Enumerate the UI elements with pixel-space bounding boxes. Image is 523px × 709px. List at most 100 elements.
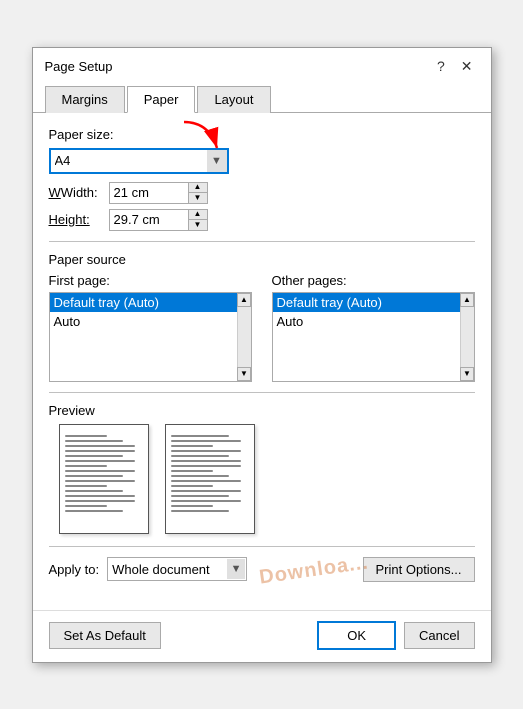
width-input[interactable] <box>109 182 189 204</box>
page-line <box>171 490 241 492</box>
page-line <box>171 495 230 497</box>
width-decrement-button[interactable]: ▼ <box>189 193 207 203</box>
first-page-col: First page: Default tray (Auto) Auto ▲ ▼ <box>49 273 252 382</box>
apply-to-row: Apply to: Whole document This section Th… <box>49 557 475 582</box>
preview-pages <box>49 424 475 534</box>
other-pages-label: Other pages: <box>272 273 475 288</box>
dialog-content: Paper size: A4 Letter <box>33 113 491 610</box>
page-line <box>65 480 135 482</box>
dialog-title: Page Setup <box>45 59 113 74</box>
height-spinner-buttons: ▲ ▼ <box>188 209 208 231</box>
page-line <box>171 435 230 437</box>
width-label: WWidth: <box>49 185 101 200</box>
title-bar: Page Setup ? ✕ <box>33 48 491 77</box>
scroll-track <box>461 307 474 367</box>
page-line <box>171 450 241 452</box>
first-page-scrollbar: ▲ ▼ <box>237 293 251 381</box>
apply-to-select[interactable]: Whole document This section This point f… <box>107 557 247 581</box>
page-line <box>65 500 135 502</box>
page-line <box>65 490 124 492</box>
ok-button[interactable]: OK <box>317 621 396 650</box>
scroll-up-button[interactable]: ▲ <box>460 293 474 307</box>
list-item[interactable]: Auto <box>50 312 251 331</box>
watermark: Downloa... <box>258 551 370 589</box>
apply-to-label: Apply to: <box>49 562 100 577</box>
height-decrement-button[interactable]: ▼ <box>189 220 207 230</box>
page-line <box>65 465 108 467</box>
page-line <box>65 495 135 497</box>
scroll-down-button[interactable]: ▼ <box>237 367 251 381</box>
page-line <box>65 440 124 442</box>
page-line <box>171 505 214 507</box>
page-line <box>65 510 124 512</box>
tab-margins[interactable]: Margins <box>45 86 125 113</box>
preview-page-1 <box>59 424 149 534</box>
width-spinner: ▲ ▼ <box>109 182 208 204</box>
page-line <box>65 455 124 457</box>
set-default-button[interactable]: Set As Default <box>49 622 161 649</box>
page-line <box>171 440 241 442</box>
paper-source-label: Paper source <box>49 252 475 267</box>
page-line <box>171 460 241 462</box>
first-page-label: First page: <box>49 273 252 288</box>
list-item[interactable]: Default tray (Auto) <box>50 293 251 312</box>
tab-paper[interactable]: Paper <box>127 86 196 113</box>
page-setup-dialog: Page Setup ? ✕ Margins Paper Layout Pape… <box>32 47 492 663</box>
list-item[interactable]: Default tray (Auto) <box>273 293 474 312</box>
page-line <box>65 460 135 462</box>
list-item[interactable]: Auto <box>273 312 474 331</box>
page-line <box>171 500 241 502</box>
width-row: WWidth: ▲ ▼ <box>49 182 475 204</box>
tab-bar: Margins Paper Layout <box>33 77 491 113</box>
scroll-up-button[interactable]: ▲ <box>237 293 251 307</box>
page-line <box>65 470 135 472</box>
page-line <box>171 480 241 482</box>
source-columns: First page: Default tray (Auto) Auto ▲ ▼… <box>49 273 475 382</box>
page-line <box>171 510 230 512</box>
height-spinner: ▲ ▼ <box>109 209 208 231</box>
print-options-button[interactable]: Print Options... <box>363 557 475 582</box>
height-input[interactable] <box>109 209 189 231</box>
other-pages-col: Other pages: Default tray (Auto) Auto ▲ … <box>272 273 475 382</box>
page-line <box>65 475 124 477</box>
first-page-listbox[interactable]: Default tray (Auto) Auto ▲ ▼ <box>49 292 252 382</box>
page-line <box>171 470 214 472</box>
divider-3 <box>49 546 475 547</box>
scroll-track <box>238 307 251 367</box>
paper-source-section: Paper source First page: Default tray (A… <box>49 252 475 382</box>
page-line <box>65 435 108 437</box>
divider-2 <box>49 392 475 393</box>
preview-section: Preview <box>49 403 475 534</box>
height-increment-button[interactable]: ▲ <box>189 210 207 220</box>
tab-layout[interactable]: Layout <box>197 86 270 113</box>
close-button[interactable]: ✕ <box>455 56 479 77</box>
page-2-lines <box>171 435 249 512</box>
page-line <box>171 475 230 477</box>
width-spinner-buttons: ▲ ▼ <box>188 182 208 204</box>
paper-size-select-wrapper: A4 Letter Legal A3 A5 ▼ <box>49 148 229 174</box>
page-1-lines <box>65 435 143 512</box>
page-line <box>171 465 241 467</box>
cancel-button[interactable]: Cancel <box>404 622 474 649</box>
paper-size-label: Paper size: <box>49 127 475 142</box>
apply-select-wrapper: Whole document This section This point f… <box>107 557 247 581</box>
scroll-down-button[interactable]: ▼ <box>460 367 474 381</box>
other-pages-listbox[interactable]: Default tray (Auto) Auto ▲ ▼ <box>272 292 475 382</box>
page-line <box>65 450 135 452</box>
preview-label: Preview <box>49 403 475 418</box>
page-line <box>65 505 108 507</box>
page-line <box>171 485 214 487</box>
width-increment-button[interactable]: ▲ <box>189 183 207 193</box>
other-pages-scrollbar: ▲ ▼ <box>460 293 474 381</box>
page-line <box>171 445 214 447</box>
page-line <box>171 455 230 457</box>
paper-size-select[interactable]: A4 Letter Legal A3 A5 <box>49 148 229 174</box>
divider-1 <box>49 241 475 242</box>
title-bar-controls: ? ✕ <box>431 56 479 77</box>
preview-page-2 <box>165 424 255 534</box>
paper-size-row: A4 Letter Legal A3 A5 ▼ <box>49 148 475 174</box>
height-label: Height: <box>49 212 101 227</box>
bottom-bar: Set As Default OK Cancel <box>33 610 491 662</box>
help-button[interactable]: ? <box>431 56 451 76</box>
height-row: Height: ▲ ▼ <box>49 209 475 231</box>
